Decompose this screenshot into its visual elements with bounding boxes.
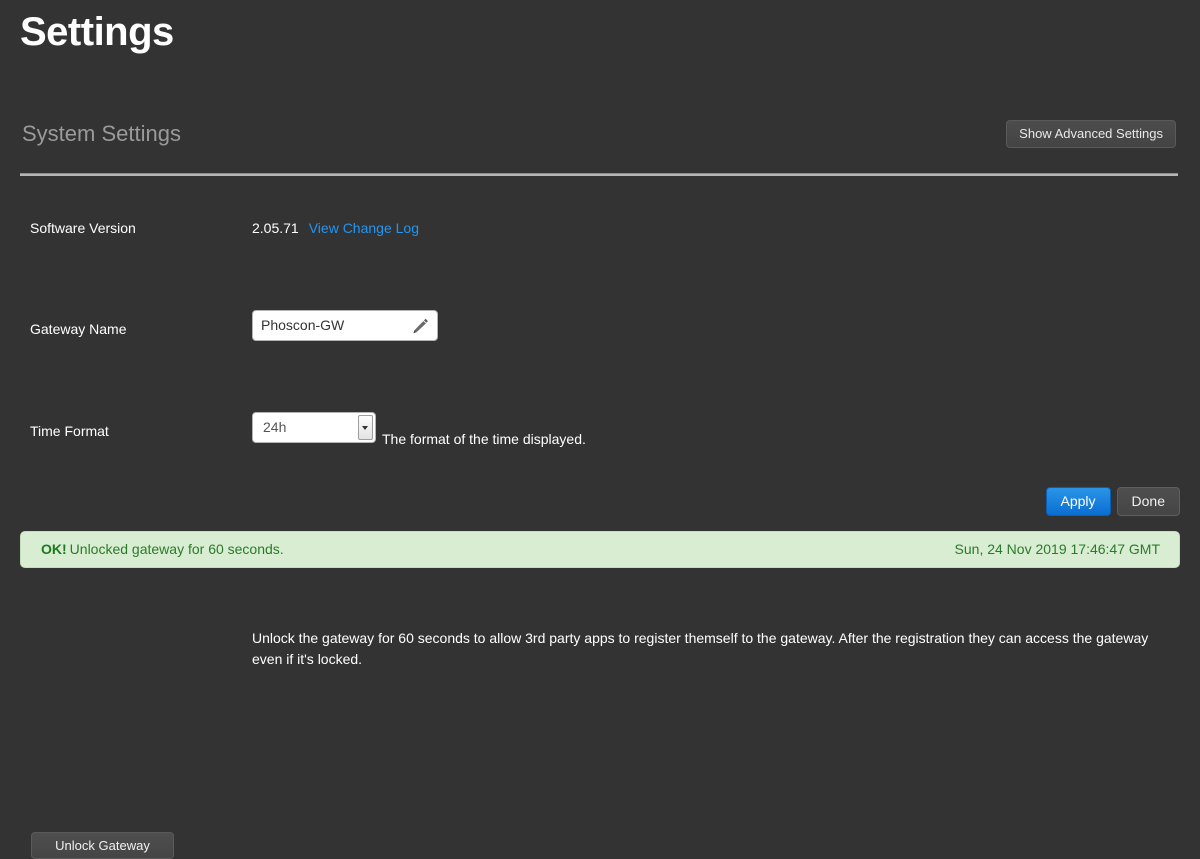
unlock-gateway-description: Unlock the gateway for 60 seconds to all… bbox=[252, 630, 1149, 667]
status-badge: OK! bbox=[41, 541, 67, 557]
row-software-version: Software Version 2.05.71 View Change Log bbox=[0, 200, 1200, 250]
row-change-password: Change Password Change the Login Passwor… bbox=[0, 356, 1200, 559]
view-change-log-link[interactable]: View Change Log bbox=[309, 220, 419, 236]
software-version-value-group: 2.05.71 View Change Log bbox=[252, 220, 419, 236]
status-timestamp: Sun, 24 Nov 2019 17:46:47 GMT bbox=[954, 541, 1160, 557]
show-advanced-settings-button[interactable]: Show Advanced Settings bbox=[1006, 120, 1176, 148]
software-version-label: Software Version bbox=[30, 220, 136, 236]
status-message: Unlocked gateway for 60 seconds. bbox=[69, 541, 284, 557]
row-gateway-name: Gateway Name Phoscon-GW bbox=[0, 250, 1200, 341]
footer-buttons: Apply Done bbox=[1045, 487, 1180, 516]
page-title: Settings bbox=[20, 10, 174, 54]
row-time-format: Time Format 24h The format of the time d… bbox=[0, 301, 1200, 447]
row-unlock-gateway: Unlock Gateway Unlock the gateway for 60… bbox=[0, 406, 1200, 859]
status-bar: OK! Unlocked gateway for 60 seconds. Sun,… bbox=[20, 531, 1180, 568]
software-version-number: 2.05.71 bbox=[252, 220, 299, 236]
apply-button[interactable]: Apply bbox=[1045, 487, 1111, 516]
section-header: System Settings Show Advanced Settings bbox=[20, 120, 1178, 156]
section-title: System Settings bbox=[22, 121, 181, 146]
settings-form: Software Version 2.05.71 View Change Log … bbox=[0, 200, 1200, 859]
done-button[interactable]: Done bbox=[1116, 487, 1180, 516]
header-divider bbox=[20, 173, 1178, 176]
status-message-group: OK! Unlocked gateway for 60 seconds. bbox=[41, 541, 284, 557]
unlock-gateway-button[interactable]: Unlock Gateway bbox=[31, 832, 174, 859]
